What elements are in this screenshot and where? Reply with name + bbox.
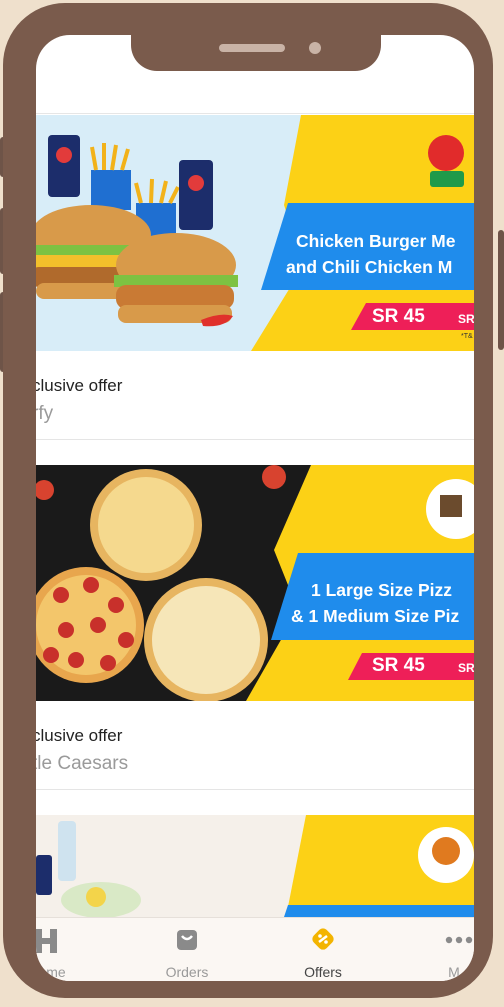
offer-1-restaurant: rfy <box>36 403 54 424</box>
camera <box>309 42 321 54</box>
tab-offers[interactable]: Offers <box>268 918 378 981</box>
offer-1-promo-line-2: and Chili Chicken M <box>286 257 453 277</box>
tab-home[interactable]: me <box>36 918 101 981</box>
orders-bag-icon <box>132 926 242 956</box>
offer-2-price: SR 45 <box>372 655 425 676</box>
power-button <box>498 230 504 350</box>
offers-tag-icon <box>268 926 378 956</box>
offer-2-divider <box>36 789 474 790</box>
offer-2-promo-line-1: 1 Large Size Pizz <box>311 580 453 600</box>
offer-card-1[interactable]: Chicken Burger Me and Chili Chicken M SR… <box>36 115 474 440</box>
offer-2-price-partial: SR <box>458 661 474 675</box>
offer-card-3[interactable] <box>36 815 474 917</box>
speaker <box>219 44 285 52</box>
tab-orders[interactable]: Orders <box>132 918 242 981</box>
app-screen: Offers <box>36 35 474 981</box>
offer-card-2[interactable]: 1 Large Size Pizz & 1 Medium Size Piz SR… <box>36 465 474 790</box>
offer-banner-1[interactable]: Chicken Burger Me and Chili Chicken M SR… <box>36 115 474 351</box>
offer-1-divider <box>36 439 474 440</box>
offer-1-promo-line-1: Chicken Burger Me <box>296 231 456 251</box>
offer-banner-3[interactable] <box>36 815 474 917</box>
tab-offers-label: Offers <box>304 964 342 980</box>
header-divider <box>36 113 474 114</box>
home-h-icon <box>36 926 101 956</box>
tab-more[interactable]: M <box>404 918 474 981</box>
tab-orders-label: Orders <box>165 964 209 980</box>
offer-2-restaurant: tle Caesars <box>36 753 129 774</box>
tab-home-label: me <box>46 964 66 980</box>
offer-2-promo-line-2: & 1 Medium Size Piz <box>291 606 460 626</box>
more-dots-icon <box>404 926 474 956</box>
offer-1-tag: clusive offer <box>36 376 123 395</box>
offer-1-price: SR 45 <box>372 306 425 327</box>
offer-banner-2[interactable]: 1 Large Size Pizz & 1 Medium Size Piz SR… <box>36 465 474 701</box>
offer-2-tag: clusive offer <box>36 726 123 745</box>
offer-1-fine-print: *T& <box>461 333 473 340</box>
tab-bar: me Orders Offers M <box>36 917 474 981</box>
notch <box>131 25 381 71</box>
phone-frame: Offers <box>3 3 493 998</box>
tab-more-label: M <box>448 964 460 980</box>
offer-1-price-partial: SR <box>458 312 474 326</box>
